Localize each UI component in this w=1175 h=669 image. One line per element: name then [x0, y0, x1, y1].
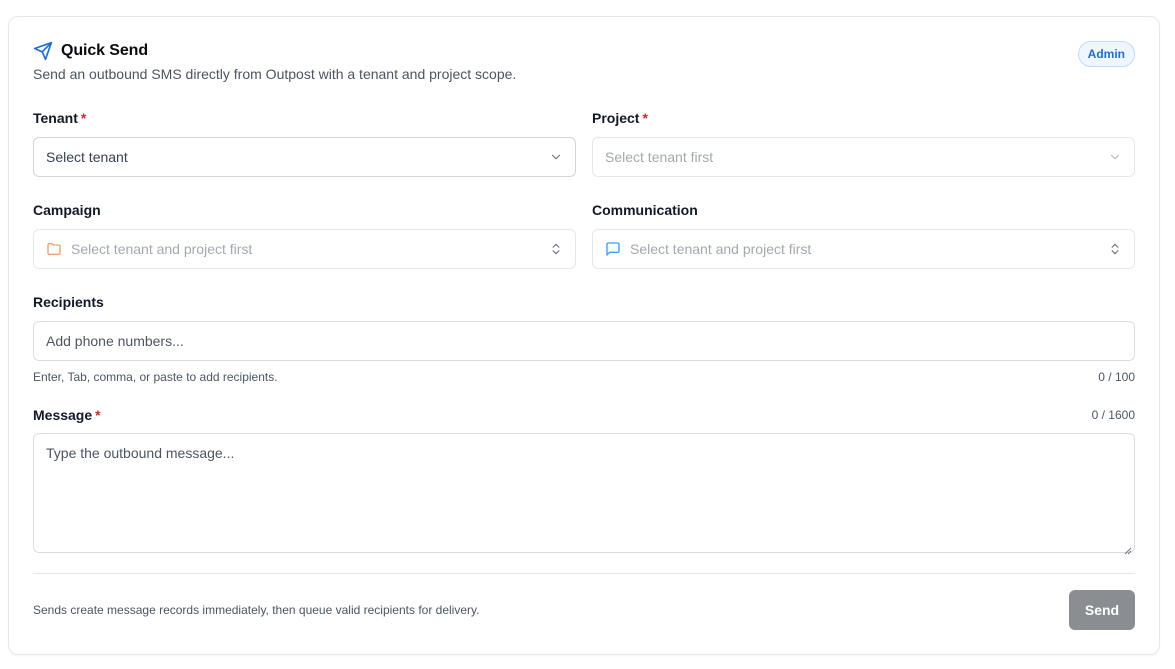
recipients-input[interactable]: Add phone numbers... [33, 321, 1135, 361]
tenant-label: Tenant * [33, 110, 86, 126]
message-square-icon [605, 241, 621, 257]
message-textarea-placeholder: Type the outbound message... [46, 445, 235, 461]
card-header: Quick Send Send an outbound SMS directly… [33, 41, 1135, 82]
quick-send-card: Quick Send Send an outbound SMS directly… [8, 16, 1160, 655]
project-label-text: Project [592, 110, 640, 126]
chevron-down-icon [1108, 150, 1122, 164]
footer-note: Sends create message records immediately… [33, 603, 480, 617]
message-label-text: Message [33, 407, 93, 423]
send-icon [33, 41, 53, 61]
chevrons-up-down-icon [1108, 242, 1122, 256]
resize-handle-icon[interactable] [1124, 542, 1132, 555]
recipients-label: Recipients [33, 294, 104, 310]
tenant-select-value: Select tenant [46, 149, 128, 165]
campaign-select[interactable]: Select tenant and project first [33, 229, 576, 269]
page-title: Quick Send [61, 42, 149, 59]
tenant-label-text: Tenant [33, 110, 78, 126]
page-subtitle: Send an outbound SMS directly from Outpo… [33, 66, 517, 82]
message-textarea[interactable]: Type the outbound message... [33, 433, 1135, 555]
project-select[interactable]: Select tenant first [592, 137, 1135, 177]
project-select-placeholder: Select tenant first [605, 149, 714, 165]
footer-divider [33, 573, 1135, 574]
message-counter: 0 / 1600 [1091, 408, 1135, 422]
required-mark: * [642, 110, 648, 126]
project-label: Project * [592, 110, 648, 126]
chevron-down-icon [549, 150, 563, 164]
required-mark: * [80, 110, 87, 126]
campaign-select-placeholder: Select tenant and project first [71, 241, 253, 257]
message-label: Message * [33, 407, 101, 423]
required-mark: * [95, 407, 101, 423]
recipients-counter: 0 / 100 [1098, 370, 1135, 384]
recipients-input-placeholder: Add phone numbers... [46, 333, 184, 349]
chevrons-up-down-icon [549, 242, 563, 256]
folder-icon [46, 241, 62, 257]
recipients-help-text: Enter, Tab, comma, or paste to add recip… [33, 370, 278, 384]
communication-label: Communication [592, 202, 698, 218]
campaign-label: Campaign [33, 202, 101, 218]
tenant-select[interactable]: Select tenant [33, 137, 576, 177]
admin-badge: Admin [1077, 41, 1135, 67]
send-button[interactable]: Send [1069, 590, 1135, 630]
communication-select-placeholder: Select tenant and project first [630, 241, 812, 257]
communication-select[interactable]: Select tenant and project first [592, 229, 1135, 269]
